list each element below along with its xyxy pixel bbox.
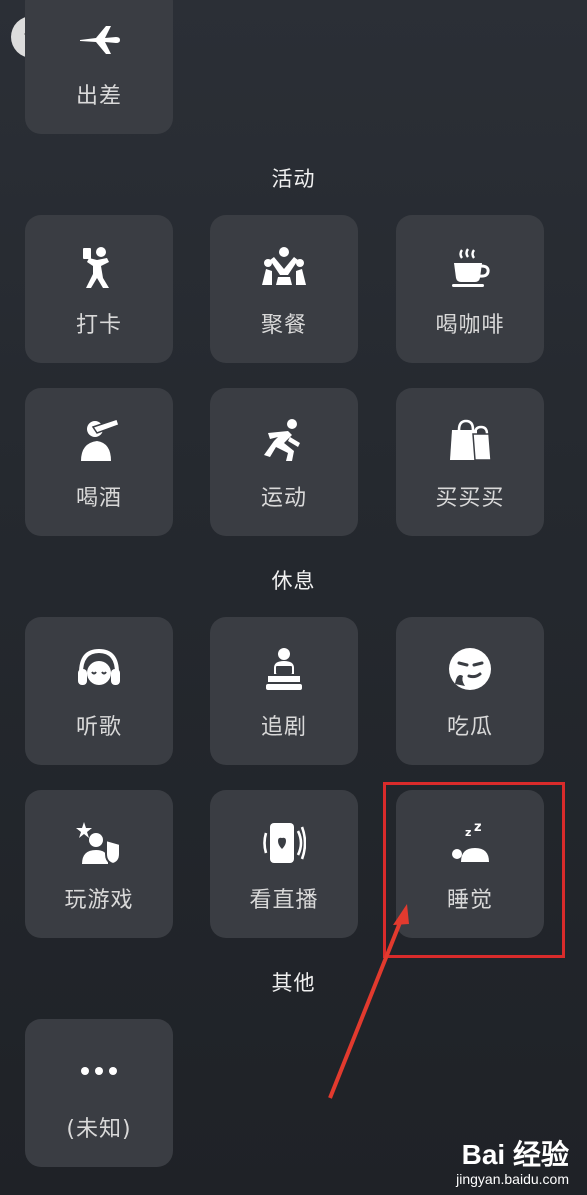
baidu-watermark: Bai 经验 jingyan.baidu.com <box>456 1133 569 1187</box>
watermark-logo: Bai 经验 <box>461 1139 569 1170</box>
annotation-arrow <box>328 904 409 1099</box>
watermark-url: jingyan.baidu.com <box>456 1171 569 1187</box>
